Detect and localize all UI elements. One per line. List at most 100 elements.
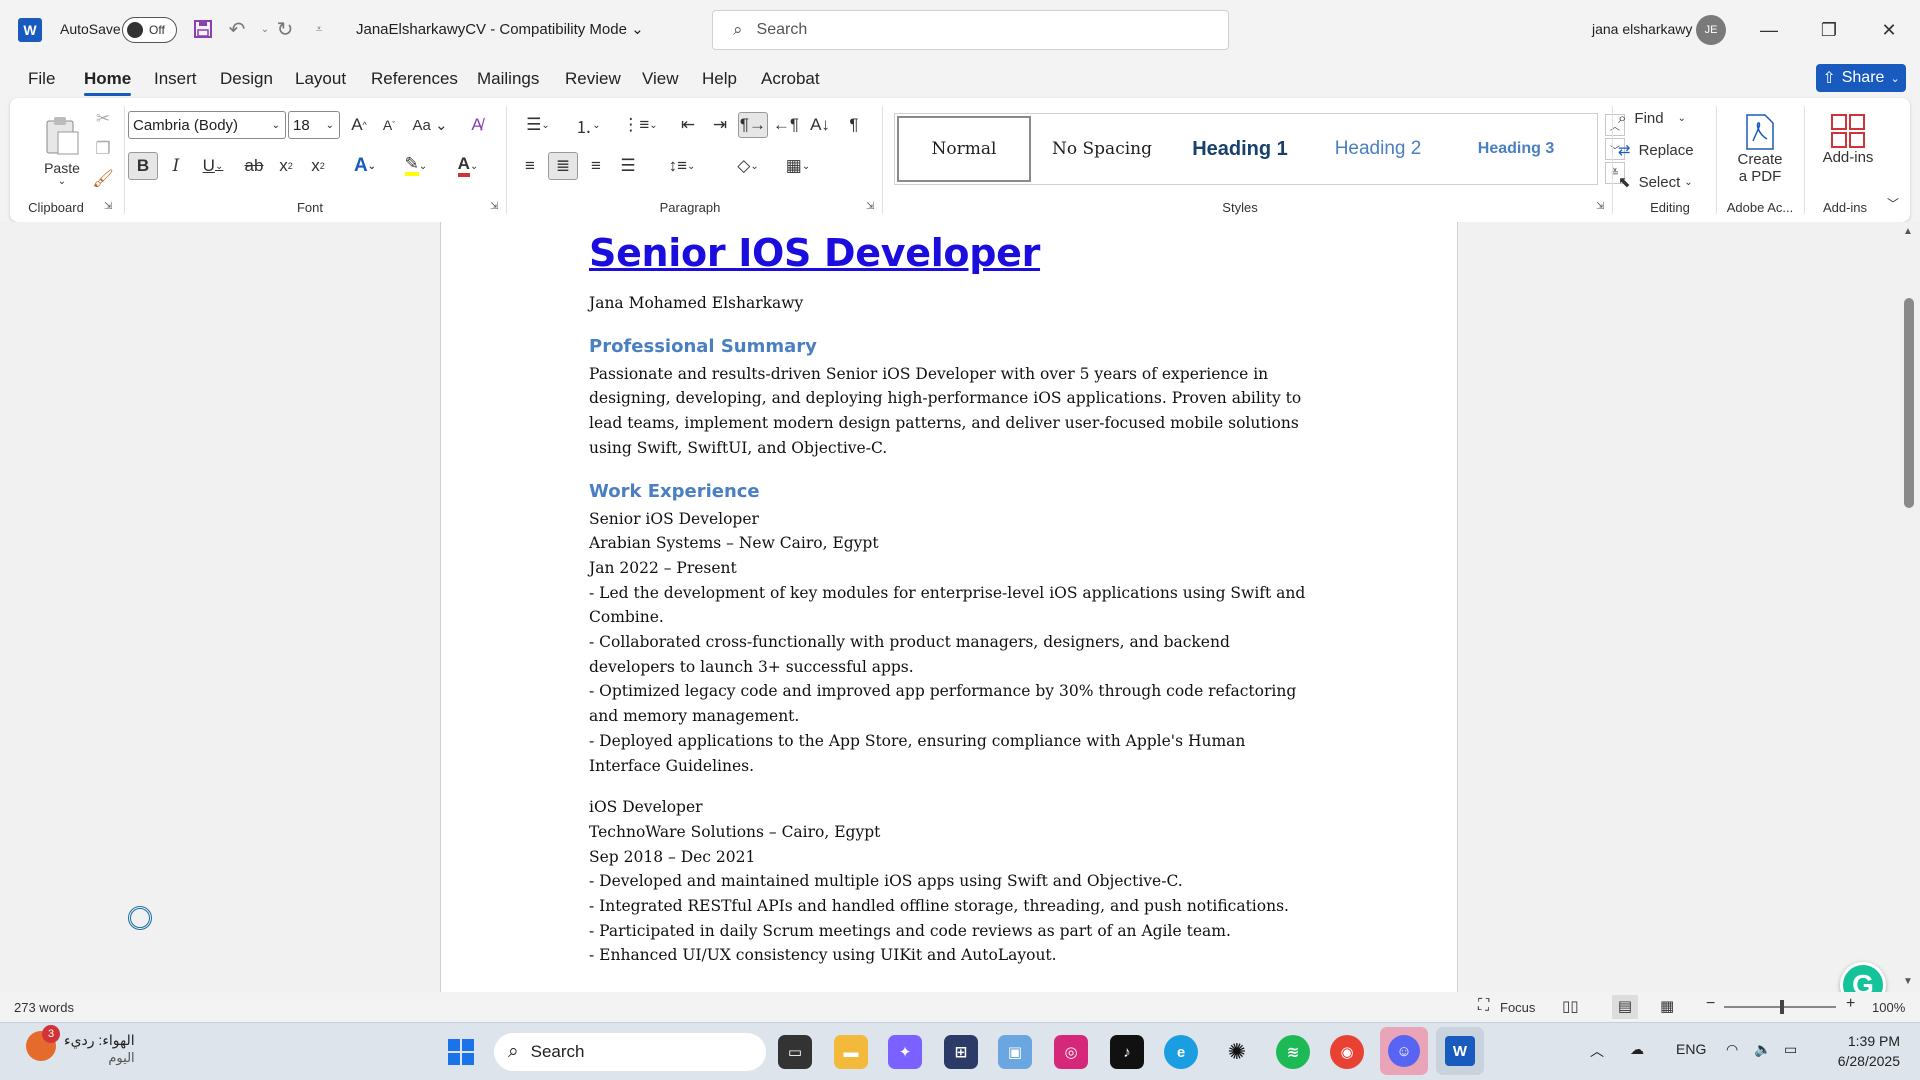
create-pdf-button[interactable]: Create a PDF bbox=[1722, 106, 1798, 192]
chatgpt-icon[interactable]: ✺ bbox=[1220, 1035, 1254, 1069]
decrease-indent-icon[interactable]: ⇤ bbox=[674, 112, 702, 138]
search-box[interactable]: ⌕ Search bbox=[712, 10, 1229, 50]
battery-icon[interactable]: ▭ bbox=[1784, 1041, 1797, 1058]
tab-insert[interactable]: Insert bbox=[154, 69, 197, 89]
grow-font-icon[interactable]: A ^ bbox=[346, 112, 372, 138]
zoom-level[interactable]: 100% bbox=[1872, 1000, 1905, 1015]
user-name[interactable]: jana elsharkawy bbox=[1592, 21, 1692, 37]
close-button[interactable]: ✕ bbox=[1866, 14, 1912, 46]
tab-layout[interactable]: Layout bbox=[295, 69, 346, 89]
web-layout-icon[interactable]: ▦ bbox=[1660, 997, 1674, 1015]
text-effects-icon[interactable]: A ⌄ bbox=[344, 152, 386, 180]
borders-icon[interactable]: ▦ ⌄ bbox=[776, 152, 820, 180]
ltr-direction-icon[interactable]: ¶→ bbox=[738, 112, 768, 138]
shrink-font-icon[interactable]: Aˇ bbox=[376, 112, 402, 138]
onedrive-icon[interactable]: ☁ bbox=[1630, 1041, 1644, 1058]
scroll-thumb[interactable] bbox=[1904, 298, 1914, 508]
tab-review[interactable]: Review bbox=[565, 69, 621, 89]
style-heading-2[interactable]: Heading 2 bbox=[1311, 116, 1445, 182]
print-layout-icon[interactable]: ▤ bbox=[1612, 995, 1638, 1019]
start-icon[interactable] bbox=[444, 1035, 478, 1069]
dialog-launcher-icon[interactable]: ⇲ bbox=[866, 201, 874, 212]
tiktok-icon[interactable]: ♪ bbox=[1110, 1035, 1144, 1069]
word-taskbar-icon[interactable]: W bbox=[1436, 1027, 1484, 1075]
select-button[interactable]: ⬉ Select ⌄ bbox=[1618, 170, 1714, 194]
highlight-color-icon[interactable]: ✎ ⌄ bbox=[394, 152, 438, 180]
resume-title[interactable]: Senior IOS Developer bbox=[589, 229, 1309, 277]
rtl-direction-icon[interactable]: ←¶ bbox=[772, 112, 800, 138]
share-button[interactable]: ⇧ Share ⌄ bbox=[1816, 64, 1906, 92]
taskbar-search[interactable]: ⌕ Search bbox=[494, 1033, 766, 1071]
align-left-icon[interactable]: ≡ bbox=[516, 152, 544, 180]
tab-acrobat[interactable]: Acrobat bbox=[761, 69, 820, 89]
clear-formatting-icon[interactable]: A̸ bbox=[464, 112, 490, 138]
avatar[interactable]: JE bbox=[1696, 15, 1726, 45]
paste-button[interactable]: Paste ⌄ bbox=[32, 106, 92, 196]
change-case-icon[interactable]: Aa ⌄ bbox=[410, 112, 450, 138]
tab-mailings[interactable]: Mailings bbox=[477, 69, 539, 89]
addins-button[interactable]: Add-ins bbox=[1808, 106, 1888, 172]
file-explorer-icon[interactable]: ▬ bbox=[834, 1035, 868, 1069]
underline-button[interactable]: U ⌄ bbox=[194, 152, 232, 180]
zoom-in-icon[interactable]: + bbox=[1846, 995, 1855, 1013]
line-spacing-icon[interactable]: ↕≡ ⌄ bbox=[660, 152, 704, 180]
task-view-icon[interactable]: ▭ bbox=[778, 1035, 812, 1069]
customize-qat-icon[interactable]: ⩡ bbox=[306, 16, 332, 42]
font-size-select[interactable]: 18 ⌄ bbox=[288, 111, 340, 139]
language-indicator[interactable]: ENG bbox=[1676, 1041, 1706, 1057]
document-page[interactable]: Senior IOS Developer Jana Mohamed Elshar… bbox=[440, 222, 1458, 992]
document-title[interactable]: JanaElsharkawyCV - Compatibility Mode ⌄ bbox=[356, 20, 644, 38]
scroll-down-icon[interactable]: ▼ bbox=[1903, 976, 1913, 987]
style-heading-3[interactable]: Heading 3 bbox=[1449, 116, 1583, 182]
zoom-out-icon[interactable]: − bbox=[1706, 995, 1715, 1013]
wifi-icon[interactable]: ◠ bbox=[1726, 1041, 1738, 1058]
chevron-up-icon[interactable]: ︿ bbox=[1590, 1041, 1604, 1061]
shading-icon[interactable]: ◇ ⌄ bbox=[726, 152, 770, 180]
weather-widget[interactable]: 3 الهواء: رديء اليوم bbox=[26, 1025, 135, 1067]
dialog-launcher-icon[interactable]: ⇲ bbox=[104, 201, 112, 212]
style-no-spacing[interactable]: No Spacing bbox=[1035, 116, 1169, 182]
edge-icon[interactable]: e bbox=[1164, 1035, 1198, 1069]
volume-icon[interactable]: 🔈 bbox=[1754, 1041, 1771, 1058]
redo-icon[interactable]: ↻ bbox=[272, 16, 298, 42]
undo-icon[interactable]: ↶ bbox=[224, 16, 250, 42]
align-center-icon[interactable]: ≣ bbox=[548, 152, 578, 180]
find-button[interactable]: ⌕ Find ⌄ bbox=[1618, 106, 1708, 130]
font-color-icon[interactable]: A ⌄ bbox=[446, 152, 490, 180]
restore-button[interactable]: ❐ bbox=[1806, 14, 1852, 46]
tab-view[interactable]: View bbox=[642, 69, 679, 89]
chrome-icon[interactable]: ◉ bbox=[1330, 1035, 1364, 1069]
align-right-icon[interactable]: ≡ bbox=[582, 152, 610, 180]
dialog-launcher-icon[interactable]: ⇲ bbox=[490, 201, 498, 212]
tab-home[interactable]: Home bbox=[84, 69, 132, 96]
format-painter-icon[interactable]: 🖌 bbox=[92, 168, 114, 190]
focus-label[interactable]: Focus bbox=[1500, 1000, 1535, 1015]
increase-indent-icon[interactable]: ⇥ bbox=[706, 112, 734, 138]
vertical-scrollbar[interactable]: ▲ ▼ bbox=[1898, 222, 1920, 992]
instagram-icon[interactable]: ◎ bbox=[1054, 1035, 1088, 1069]
style-heading-1[interactable]: Heading 1 bbox=[1173, 116, 1307, 182]
copy-icon[interactable]: ❐ bbox=[92, 138, 114, 160]
spotify-icon[interactable]: ≋ bbox=[1276, 1035, 1310, 1069]
bold-button[interactable]: B bbox=[128, 152, 158, 180]
sort-icon[interactable]: A↓ bbox=[806, 112, 834, 138]
discord-icon[interactable]: ☺ bbox=[1380, 1027, 1428, 1075]
save-icon[interactable] bbox=[190, 16, 216, 42]
italic-button[interactable]: I bbox=[162, 152, 190, 180]
scroll-up-icon[interactable]: ▲ bbox=[1903, 226, 1913, 237]
numbering-icon[interactable]: ⒈ ⌄ bbox=[566, 112, 610, 138]
superscript-button[interactable]: x2 bbox=[304, 152, 332, 180]
tab-help[interactable]: Help bbox=[702, 69, 737, 89]
copilot-icon[interactable]: ✦ bbox=[888, 1035, 922, 1069]
replace-button[interactable]: ⇄ Replace bbox=[1618, 138, 1714, 162]
minimize-button[interactable]: — bbox=[1746, 14, 1792, 46]
tab-file[interactable]: File bbox=[28, 69, 55, 89]
justify-icon[interactable]: ☰ bbox=[614, 152, 642, 180]
zoom-slider-thumb[interactable] bbox=[1780, 1000, 1784, 1014]
tab-design[interactable]: Design bbox=[220, 69, 273, 89]
focus-icon[interactable]: ⛶ bbox=[1478, 997, 1489, 1015]
collapse-ribbon-icon[interactable]: ﹀ bbox=[1884, 194, 1902, 212]
font-name-select[interactable]: Cambria (Body) ⌄ bbox=[128, 111, 286, 139]
strikethrough-button[interactable]: ab bbox=[240, 152, 268, 180]
show-formatting-icon[interactable]: ¶ bbox=[840, 112, 868, 138]
